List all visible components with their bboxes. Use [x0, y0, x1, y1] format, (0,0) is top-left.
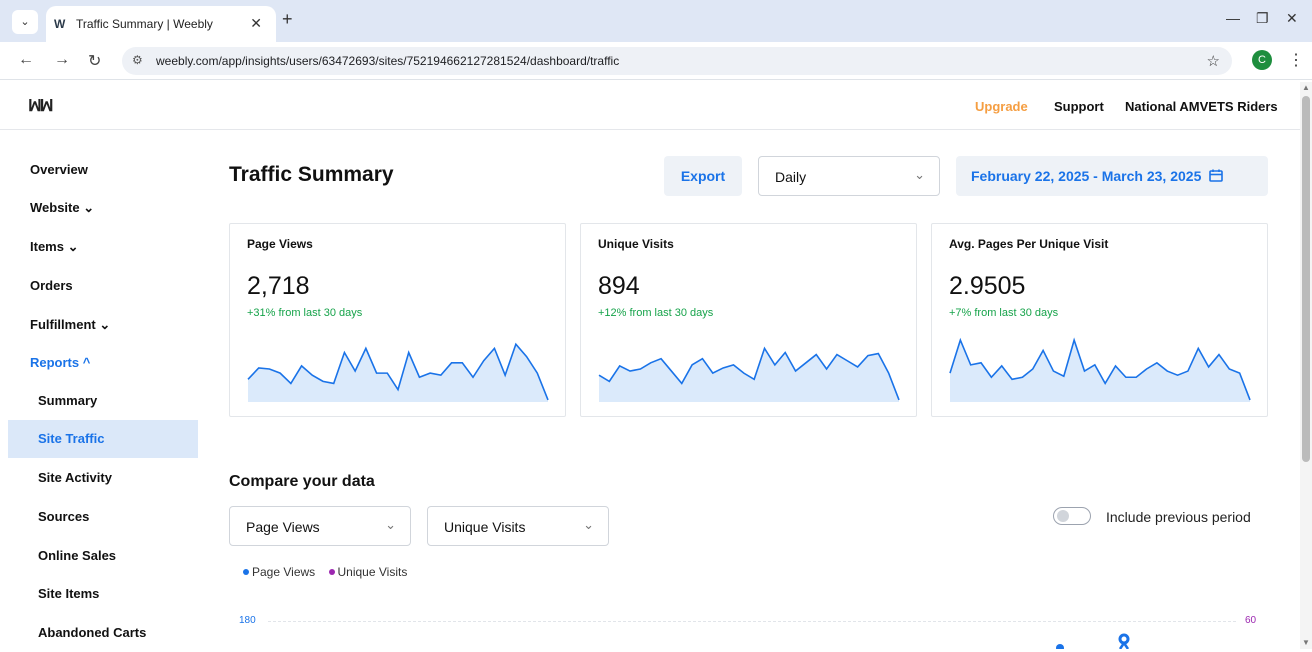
metric-card-page-views: Page Views 2,718 +31% from last 30 days: [229, 223, 566, 417]
chart-line-segment: [1122, 642, 1130, 649]
legend-page-views[interactable]: Page Views: [243, 565, 315, 579]
page-title: Traffic Summary: [229, 163, 394, 186]
sidebar-subitem-abandoned-carts[interactable]: Abandoned Carts: [8, 614, 198, 652]
y-axis-right-tick: 60: [1245, 615, 1257, 626]
sparkline-chart: [247, 342, 549, 402]
sparkline-area: [248, 344, 548, 402]
sidebar-subitem-site-traffic[interactable]: Site Traffic: [8, 420, 198, 458]
date-range-picker[interactable]: February 22, 2025 - March 23, 2025: [956, 156, 1268, 196]
scrollbar-thumb[interactable]: [1302, 96, 1310, 462]
sidebar-item-orders[interactable]: Orders: [30, 278, 73, 293]
browser-menu-icon[interactable]: ⋮: [1288, 50, 1304, 70]
metric-label: Unique Visits: [598, 237, 674, 251]
metric-delta: +7% from last 30 days: [949, 307, 1059, 319]
forward-icon[interactable]: →: [54, 51, 70, 69]
period-select-value: Daily: [775, 169, 807, 185]
new-tab-button[interactable]: +: [282, 9, 293, 30]
tab-close-icon[interactable]: ✕: [250, 15, 262, 32]
date-range-text: February 22, 2025 - March 23, 2025: [971, 168, 1202, 184]
address-bar[interactable]: ⚙ weebly.com/app/insights/users/63472693…: [122, 47, 1232, 75]
metric-a-select[interactable]: Page Views ⌄: [229, 506, 411, 546]
compare-chart-partial: [1056, 633, 1130, 649]
app-header: ꟽꟽ Upgrade Support National AMVETS Rider…: [0, 82, 1300, 130]
metric-value: 894: [598, 272, 640, 300]
metric-b-value: Unique Visits: [444, 519, 526, 535]
metric-card-avg-pages: Avg. Pages Per Unique Visit 2.9505 +7% f…: [931, 223, 1268, 417]
metric-label: Avg. Pages Per Unique Visit: [949, 237, 1109, 251]
sparkline-area: [950, 340, 1250, 402]
browser-toolbar: ← → ↻ ⚙ weebly.com/app/insights/users/63…: [0, 42, 1312, 80]
chart-legend: Page Views Unique Visits: [243, 565, 407, 579]
tab-title: Traffic Summary | Weebly: [76, 17, 213, 31]
upgrade-link[interactable]: Upgrade: [975, 99, 1028, 114]
restore-icon[interactable]: ❐: [1256, 10, 1269, 27]
browser-tab-bar: ⌄ W Traffic Summary | Weebly ✕ + — ❐ ✕: [0, 0, 1312, 42]
compare-section-title: Compare your data: [229, 473, 375, 490]
export-button[interactable]: Export: [664, 156, 742, 196]
chart-gridline: [268, 621, 1236, 622]
minimize-icon[interactable]: —: [1226, 10, 1240, 26]
sparkline-chart: [949, 337, 1251, 402]
browser-tab[interactable]: W Traffic Summary | Weebly ✕: [46, 6, 276, 42]
reload-icon[interactable]: ↻: [88, 51, 101, 71]
metric-delta: +31% from last 30 days: [247, 307, 363, 319]
metric-value: 2,718: [247, 272, 310, 300]
sidebar-item-items[interactable]: Items ⌄: [30, 239, 78, 255]
sidebar-subitem-online-sales[interactable]: Online Sales: [8, 537, 198, 575]
metric-b-select[interactable]: Unique Visits ⌄: [427, 506, 609, 546]
metric-label: Page Views: [247, 237, 313, 251]
sidebar-item-overview[interactable]: Overview: [30, 162, 88, 177]
sidebar-subitem-sources[interactable]: Sources: [8, 498, 198, 536]
support-link[interactable]: Support: [1054, 99, 1104, 114]
sidebar-subitem-site-activity[interactable]: Site Activity: [8, 459, 198, 497]
legend-unique-visits[interactable]: Unique Visits: [328, 565, 407, 579]
chevron-down-icon: ⌄: [385, 517, 396, 532]
metric-card-unique-visits: Unique Visits 894 +12% from last 30 days: [580, 223, 917, 417]
profile-avatar[interactable]: C: [1252, 50, 1272, 70]
sidebar-subitem-summary[interactable]: Summary: [8, 382, 198, 420]
metric-delta: +12% from last 30 days: [598, 307, 714, 319]
previous-period-label: Include previous period: [1106, 509, 1251, 525]
unique-visits-point: [1118, 633, 1130, 645]
site-info-icon[interactable]: ⚙: [132, 53, 143, 67]
sidebar-item-reports[interactable]: Reports ^: [30, 355, 90, 370]
site-name-menu[interactable]: National AMVETS Riders: [1125, 99, 1278, 114]
scroll-down-icon[interactable]: ▼: [1302, 638, 1310, 647]
chevron-down-icon: ⌄: [914, 167, 925, 182]
sidebar-nav: Overview Website ⌄ Items ⌄ Orders Fulfil…: [0, 130, 200, 649]
sidebar-item-website[interactable]: Website ⌄: [30, 200, 94, 216]
scroll-up-icon[interactable]: ▲: [1302, 83, 1310, 92]
chevron-down-icon: ⌄: [583, 517, 594, 532]
toggle-knob: [1057, 510, 1069, 522]
weebly-favicon-icon: W: [54, 17, 65, 31]
url-text[interactable]: weebly.com/app/insights/users/63472693/s…: [156, 54, 619, 68]
calendar-icon: [1209, 169, 1224, 182]
page-views-point: [1056, 644, 1064, 649]
previous-period-toggle[interactable]: [1053, 507, 1091, 525]
weebly-logo-icon[interactable]: ꟽꟽ: [28, 96, 54, 116]
y-axis-left-tick: 180: [239, 615, 256, 626]
back-icon[interactable]: ←: [18, 51, 34, 69]
metric-value: 2.9505: [949, 272, 1026, 300]
sidebar-subitem-site-items[interactable]: Site Items: [8, 575, 198, 613]
sparkline-chart: [598, 346, 900, 402]
sidebar-item-fulfillment[interactable]: Fulfillment ⌄: [30, 317, 110, 333]
page-scrollbar[interactable]: ▲ ▼: [1300, 82, 1312, 649]
tab-search-button[interactable]: ⌄: [12, 10, 38, 34]
window-close-icon[interactable]: ✕: [1286, 10, 1298, 27]
metric-a-value: Page Views: [246, 519, 320, 535]
sparkline-area: [599, 348, 899, 402]
bookmark-star-icon[interactable]: ☆: [1207, 52, 1220, 70]
period-select[interactable]: Daily ⌄: [758, 156, 940, 196]
